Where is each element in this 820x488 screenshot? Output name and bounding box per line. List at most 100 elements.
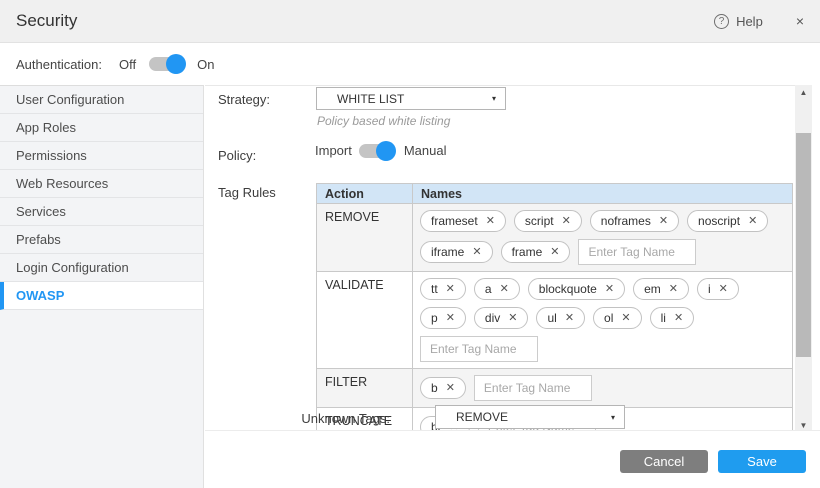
help-icon[interactable]: ? xyxy=(714,14,729,29)
remove-tag-icon[interactable]: ✕ xyxy=(562,216,571,227)
toggle-knob xyxy=(376,141,396,161)
sidebar: User ConfigurationApp RolesPermissionsWe… xyxy=(0,85,204,488)
policy-manual-label: Manual xyxy=(404,143,447,158)
tag-chip: iframe✕ xyxy=(420,241,493,263)
remove-tag-icon[interactable]: ✕ xyxy=(748,216,757,227)
authentication-row: Authentication: Off On xyxy=(0,43,820,85)
remove-tag-icon[interactable]: ✕ xyxy=(719,284,728,295)
sidebar-item-web-resources[interactable]: Web Resources xyxy=(0,170,203,198)
remove-tag-icon[interactable]: ✕ xyxy=(550,247,559,258)
remove-tag-icon[interactable]: ✕ xyxy=(446,313,455,324)
tag-chip-label: ol xyxy=(604,311,613,325)
tag-chip: p✕ xyxy=(420,307,466,329)
tag-rule-names: b✕ xyxy=(413,369,793,408)
tag-chip: frame ✕ xyxy=(501,241,571,263)
unknown-tags-label: Unknown Tags: xyxy=(300,411,390,426)
tag-chip: blockquote✕ xyxy=(528,278,625,300)
tag-rules-label: Tag Rules xyxy=(218,185,276,200)
sidebar-item-app-roles[interactable]: App Roles xyxy=(0,114,203,142)
tag-chip: a✕ xyxy=(474,278,520,300)
sidebar-item-user-configuration[interactable]: User Configuration xyxy=(0,86,203,114)
remove-tag-icon[interactable]: ✕ xyxy=(486,216,495,227)
table-row: FILTERb✕ xyxy=(317,369,793,408)
tag-chip: div ✕ xyxy=(474,307,529,329)
unknown-tags-select[interactable]: REMOVE ▾ xyxy=(435,405,625,429)
sidebar-item-login-configuration[interactable]: Login Configuration xyxy=(0,254,203,282)
cancel-button[interactable]: Cancel xyxy=(620,450,708,473)
tag-chip-label: script xyxy=(525,214,554,228)
tag-rule-action: REMOVE xyxy=(317,204,413,272)
vertical-scrollbar[interactable]: ▲ ▼ xyxy=(795,85,812,432)
strategy-label: Strategy: xyxy=(218,92,270,107)
chevron-down-icon: ▾ xyxy=(611,413,615,422)
tag-chip-list: b✕ xyxy=(420,375,785,401)
remove-tag-icon[interactable]: ✕ xyxy=(659,216,668,227)
column-header-action: Action xyxy=(317,184,413,204)
enter-tag-name-input[interactable] xyxy=(420,336,538,362)
toggle-knob xyxy=(166,54,186,74)
sidebar-item-prefabs[interactable]: Prefabs xyxy=(0,226,203,254)
tag-chip: i✕ xyxy=(697,278,739,300)
tag-chip-label: b xyxy=(431,381,438,395)
chevron-down-icon: ▾ xyxy=(492,94,496,103)
table-header-row: Action Names xyxy=(317,184,793,204)
remove-tag-icon[interactable]: ✕ xyxy=(500,284,509,295)
tag-rule-action: FILTER xyxy=(317,369,413,408)
tag-chip-list: frameset✕script✕noframes✕noscript✕iframe… xyxy=(420,210,785,265)
sidebar-item-permissions[interactable]: Permissions xyxy=(0,142,203,170)
scrollbar-thumb[interactable] xyxy=(796,133,811,357)
tag-chip: frameset✕ xyxy=(420,210,506,232)
security-dialog: Security ? Help × Authentication: Off On… xyxy=(0,0,820,488)
remove-tag-icon[interactable]: ✕ xyxy=(669,284,678,295)
enter-tag-name-input[interactable] xyxy=(578,239,696,265)
tag-rule-names: frameset✕script✕noframes✕noscript✕iframe… xyxy=(413,204,793,272)
policy-toggle[interactable] xyxy=(359,144,394,158)
tag-chip-label: noscript xyxy=(698,214,740,228)
tag-chip: ol ✕ xyxy=(593,307,642,329)
remove-tag-icon[interactable]: ✕ xyxy=(565,313,574,324)
owasp-panel: Strategy: WHITE LIST ▾ Policy based whit… xyxy=(205,85,795,430)
tag-chip: em✕ xyxy=(633,278,689,300)
remove-tag-icon[interactable]: ✕ xyxy=(621,313,630,324)
tag-chip-label: div xyxy=(485,311,500,325)
authentication-on-label: On xyxy=(197,57,214,72)
table-row: VALIDATEtt✕a✕blockquote✕em✕i✕p✕div✕ul✕ol… xyxy=(317,272,793,369)
tag-chip: script ✕ xyxy=(514,210,582,232)
sidebar-item-owasp[interactable]: OWASP xyxy=(0,282,203,310)
remove-tag-icon[interactable]: ✕ xyxy=(605,284,614,295)
tag-chip: b✕ xyxy=(420,377,466,399)
strategy-select[interactable]: WHITE LIST ▾ xyxy=(316,87,506,110)
tag-chip-label: li xyxy=(661,311,666,325)
help-link[interactable]: Help xyxy=(736,14,763,29)
remove-tag-icon[interactable]: ✕ xyxy=(508,313,517,324)
tag-chip-label: ul xyxy=(547,311,556,325)
authentication-toggle[interactable] xyxy=(149,57,184,71)
strategy-hint: Policy based white listing xyxy=(317,114,450,128)
table-row: REMOVE frameset✕ script ✕ noframes ✕ noscript ✕… xyxy=(317,204,793,272)
remove-tag-icon[interactable]: ✕ xyxy=(446,383,455,394)
unknown-tags-select-value: REMOVE xyxy=(436,410,508,424)
save-button[interactable]: Save xyxy=(718,450,806,473)
tag-chip: noframes ✕ xyxy=(590,210,679,232)
tag-chip: tt✕ xyxy=(420,278,466,300)
tag-chip-label: a xyxy=(485,282,492,296)
tag-chip-label: frame xyxy=(512,245,543,259)
page-title: Security xyxy=(16,11,77,31)
column-header-names: Names xyxy=(413,184,793,204)
remove-tag-icon[interactable]: ✕ xyxy=(446,284,455,295)
strategy-select-value: WHITE LIST xyxy=(317,92,404,106)
tag-chip-label: i xyxy=(708,282,711,296)
remove-tag-icon[interactable]: ✕ xyxy=(472,247,481,258)
sidebar-item-services[interactable]: Services xyxy=(0,198,203,226)
tag-chip: li ✕ xyxy=(650,307,695,329)
tag-chip-label: noframes xyxy=(601,214,651,228)
policy-toggle-group: Import Manual xyxy=(315,143,446,158)
policy-import-label: Import xyxy=(315,143,352,158)
dialog-header: Security ? Help × xyxy=(0,0,820,43)
remove-tag-icon[interactable]: ✕ xyxy=(674,313,683,324)
policy-label: Policy: xyxy=(218,148,256,163)
close-icon[interactable]: × xyxy=(796,13,804,29)
authentication-label: Authentication: xyxy=(16,57,102,72)
enter-tag-name-input[interactable] xyxy=(474,375,592,401)
scroll-up-icon[interactable]: ▲ xyxy=(795,85,812,99)
